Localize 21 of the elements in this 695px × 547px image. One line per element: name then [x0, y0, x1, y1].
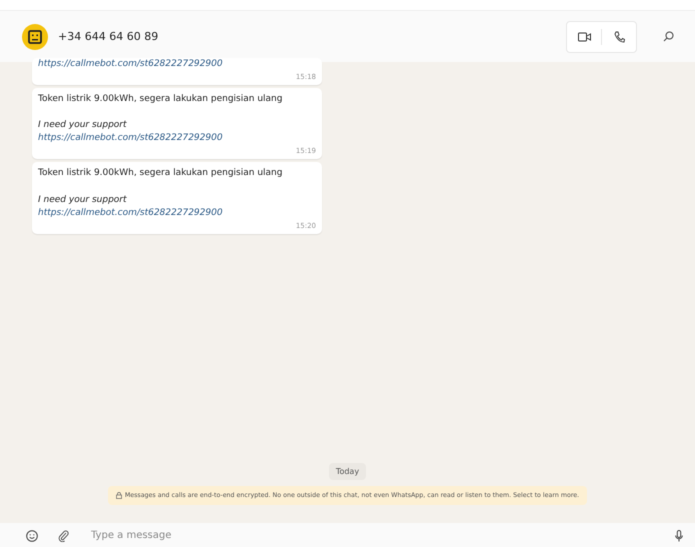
message-link[interactable]: https://callmebot.com/st6282227292900 — [38, 206, 316, 220]
microphone-button[interactable] — [675, 530, 683, 542]
paperclip-icon — [58, 530, 69, 542]
video-camera-icon — [578, 32, 590, 42]
smiley-icon — [26, 530, 38, 542]
emoji-button[interactable] — [26, 530, 38, 542]
message-text: I need your support — [38, 194, 128, 207]
microphone-icon — [675, 530, 683, 542]
message-text: I need your support — [38, 119, 128, 132]
date-chip: Today — [328, 463, 366, 480]
phone-icon — [614, 30, 624, 42]
message-text: Token listrik 9.00kWh, segera lakukan pengisian ulang — [38, 167, 284, 180]
attach-button[interactable] — [58, 530, 69, 542]
message-link[interactable]: https://callmebot.com/st6282227292900 — [38, 58, 316, 72]
bot-avatar-icon[interactable] — [22, 24, 48, 50]
contact-name: +34 644 64 60 89 — [58, 30, 160, 43]
message-text: Token listrik 9.00kWh, segera lakukan pengisian ulang — [38, 93, 284, 106]
lock-icon — [116, 492, 122, 499]
search-icon — [662, 31, 674, 42]
message-link[interactable]: https://callmebot.com/st6282227292900 — [38, 132, 316, 146]
message-input[interactable]: Type a message — [89, 529, 655, 542]
